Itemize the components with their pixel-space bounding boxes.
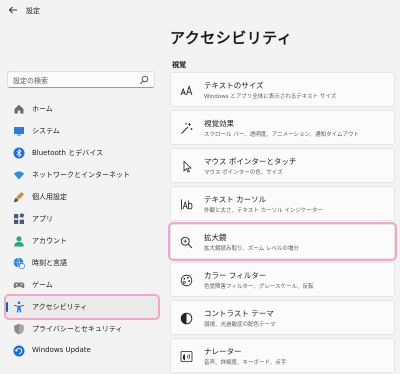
sidebar-item-windows-update[interactable]: Windows Update xyxy=(6,340,158,362)
card-title: ナレーター xyxy=(204,347,242,356)
app-title: 設定 xyxy=(26,7,40,15)
title-bar: 設定 xyxy=(0,0,400,22)
card-text-cursor[interactable]: テキスト カーソル 外観と太さ、テキスト カーソル インジケーター xyxy=(170,186,395,221)
card-description: 外観と太さ、テキスト カーソル インジケーター xyxy=(204,208,323,214)
card-title: マウス ポインターとタッチ xyxy=(204,157,297,166)
brush-icon xyxy=(14,192,24,203)
card-title: 視覚効果 xyxy=(204,119,234,128)
sidebar-item-label: システム xyxy=(32,127,60,135)
update-icon xyxy=(13,345,25,357)
card-visual-effects[interactable]: 視覚効果 スクロール バー、透明度、アニメーション、通知タイムアウト xyxy=(170,110,395,145)
person-icon xyxy=(14,236,24,247)
sidebar-item-label: 時刻と言語 xyxy=(32,259,67,267)
card-description: 色覚障害フィルター、グレースケール、反転 xyxy=(204,284,314,290)
sidebar-item-label: ホーム xyxy=(32,105,53,113)
pointer-icon xyxy=(183,160,192,173)
card-contrast-themes[interactable]: コントラスト テーマ 弱視、光過敏症の配色テーマ xyxy=(170,300,395,335)
sidebar-item-time-language[interactable]: 時刻と言語 xyxy=(6,252,158,274)
gamepad-icon xyxy=(13,282,25,289)
wifi-icon xyxy=(13,171,25,180)
search-input[interactable]: 設定の検索 xyxy=(7,71,155,88)
monitor-icon xyxy=(14,127,24,136)
sidebar-item-system[interactable]: システム xyxy=(6,120,158,142)
card-description: 拡大鏡読み取り、ズーム レベルの増分 xyxy=(204,246,299,252)
card-magnifier[interactable]: 拡大鏡 拡大鏡読み取り、ズーム レベルの増分 xyxy=(168,222,397,261)
text-size-icon xyxy=(180,85,193,96)
sidebar-nav: ホーム システム Bluetooth とデバイス ネットワークとインターネット … xyxy=(4,98,160,362)
sparkle-icon xyxy=(181,123,193,134)
sidebar-item-label: プライバシーとセキュリティ xyxy=(32,325,123,333)
sidebar-item-network[interactable]: ネットワークとインターネット xyxy=(6,164,158,186)
back-arrow-icon[interactable] xyxy=(8,5,18,15)
narrator-icon xyxy=(180,351,193,362)
sidebar-item-accessibility[interactable]: アクセシビリティ xyxy=(4,294,160,320)
card-title: 拡大鏡 xyxy=(204,233,227,242)
settings-list: テキストのサイズ Windows とアプリ全体に表示されるテキスト サイズ 視覚… xyxy=(168,72,397,374)
card-description: 音声、詳細度、キーボード、点字 xyxy=(204,360,287,366)
bluetooth-icon xyxy=(13,147,25,159)
card-description: Windows とアプリ全体に表示されるテキスト サイズ xyxy=(204,94,337,100)
sidebar-item-apps[interactable]: アプリ xyxy=(6,208,158,230)
sidebar-item-privacy-security[interactable]: プライバシーとセキュリティ xyxy=(6,318,158,340)
section-heading: 視覚 xyxy=(172,61,186,69)
color-filter-icon xyxy=(180,274,193,287)
sidebar-item-label: アカウント xyxy=(32,237,67,245)
search-placeholder: 設定の検索 xyxy=(13,77,48,85)
sidebar-item-bluetooth[interactable]: Bluetooth とデバイス xyxy=(6,142,158,164)
globe-clock-icon xyxy=(13,257,25,269)
card-title: テキスト カーソル xyxy=(204,195,267,204)
contrast-icon xyxy=(180,312,193,325)
sidebar-item-label: アクセシビリティ xyxy=(32,303,88,311)
card-narrator[interactable]: ナレーター 音声、詳細度、キーボード、点字 xyxy=(170,338,395,373)
magnifier-icon xyxy=(180,236,193,249)
sidebar-item-accounts[interactable]: アカウント xyxy=(6,230,158,252)
sidebar-item-label: ネットワークとインターネット xyxy=(32,171,130,179)
sidebar-item-gaming[interactable]: ゲーム xyxy=(6,274,158,296)
text-cursor-icon xyxy=(181,199,193,210)
home-icon xyxy=(14,104,24,114)
sidebar-item-label: 個人用設定 xyxy=(32,193,67,201)
card-text-size[interactable]: テキストのサイズ Windows とアプリ全体に表示されるテキスト サイズ xyxy=(170,72,395,107)
card-mouse-pointer[interactable]: マウス ポインターとタッチ マウス ポインターの色、サイズ xyxy=(170,148,395,183)
search-icon xyxy=(139,75,149,85)
sidebar-item-home[interactable]: ホーム xyxy=(6,98,158,120)
card-description: 弱視、光過敏症の配色テーマ xyxy=(204,322,276,328)
card-color-filters[interactable]: カラー フィルター 色覚障害フィルター、グレースケール、反転 xyxy=(170,262,395,297)
apps-icon xyxy=(14,213,25,224)
card-title: カラー フィルター xyxy=(204,271,267,280)
page-title: アクセシビリティ xyxy=(170,29,293,47)
sidebar-item-label: アプリ xyxy=(32,215,53,223)
card-description: スクロール バー、透明度、アニメーション、通知タイムアウト xyxy=(204,132,360,138)
accessibility-icon xyxy=(14,301,24,313)
card-description: マウス ポインターの色、サイズ xyxy=(204,170,283,176)
sidebar-item-personalization[interactable]: 個人用設定 xyxy=(6,186,158,208)
shield-icon xyxy=(14,323,24,335)
card-title: コントラスト テーマ xyxy=(204,309,274,318)
sidebar-item-label: Bluetooth とデバイス xyxy=(32,149,103,157)
sidebar-item-label: ゲーム xyxy=(32,281,53,289)
sidebar-item-label: Windows Update xyxy=(32,346,91,354)
card-title: テキストのサイズ xyxy=(204,81,264,90)
